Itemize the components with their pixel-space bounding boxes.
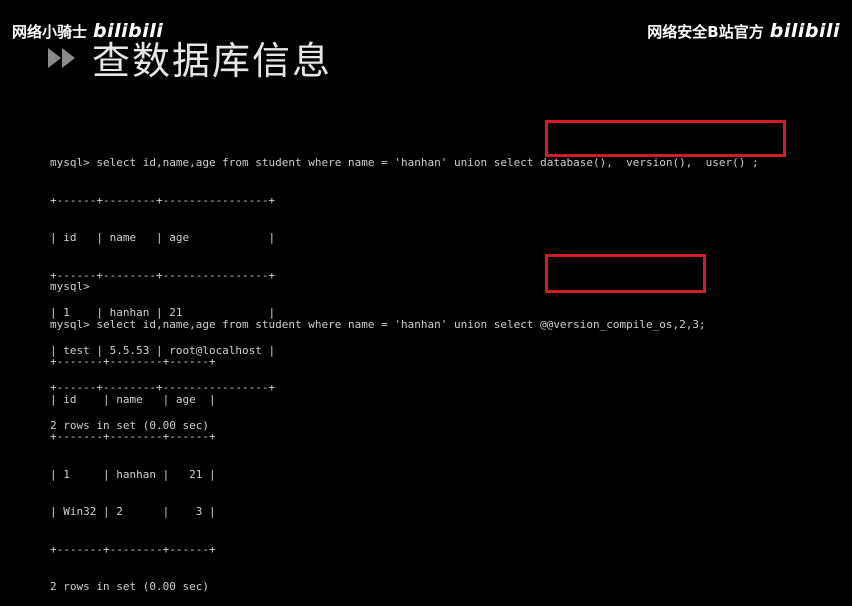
- terminal-line: | Win32 | 2 | 3 |: [50, 505, 216, 518]
- terminal-output-2: mysql> mysql> select id,name,age from st…: [50, 256, 790, 606]
- terminal-line: +-------+--------+------+: [50, 542, 216, 556]
- terminal-line: +------+--------+----------------+: [50, 193, 276, 207]
- slide-header: 查数据库信息: [48, 30, 332, 85]
- terminal-line: 2 rows in set (0.00 sec): [50, 580, 209, 593]
- terminal-line: mysql> select id,name,age from student w…: [50, 317, 706, 331]
- terminal-line: +-------+--------+------+: [50, 355, 216, 368]
- double-play-icon: [48, 46, 78, 70]
- watermark-right: 网络安全B站官方 bilibili: [647, 20, 840, 42]
- terminal-line: +-------+--------+------+: [50, 430, 216, 443]
- terminal-line: | id | name | age |: [50, 392, 216, 406]
- terminal-line: | 1 | hanhan | 21 |: [50, 467, 216, 481]
- terminal-line: | id | name | age |: [50, 231, 276, 244]
- highlight-box-database-functions: [545, 120, 786, 157]
- bilibili-logo: bilibili: [769, 20, 840, 42]
- terminal-line: mysql> select id,name,age from student w…: [50, 156, 759, 169]
- highlight-box-version-compile-os: [545, 254, 706, 293]
- slide-title: 查数据库信息: [92, 39, 333, 83]
- watermark-right-text: 网络安全B站官方: [647, 22, 764, 41]
